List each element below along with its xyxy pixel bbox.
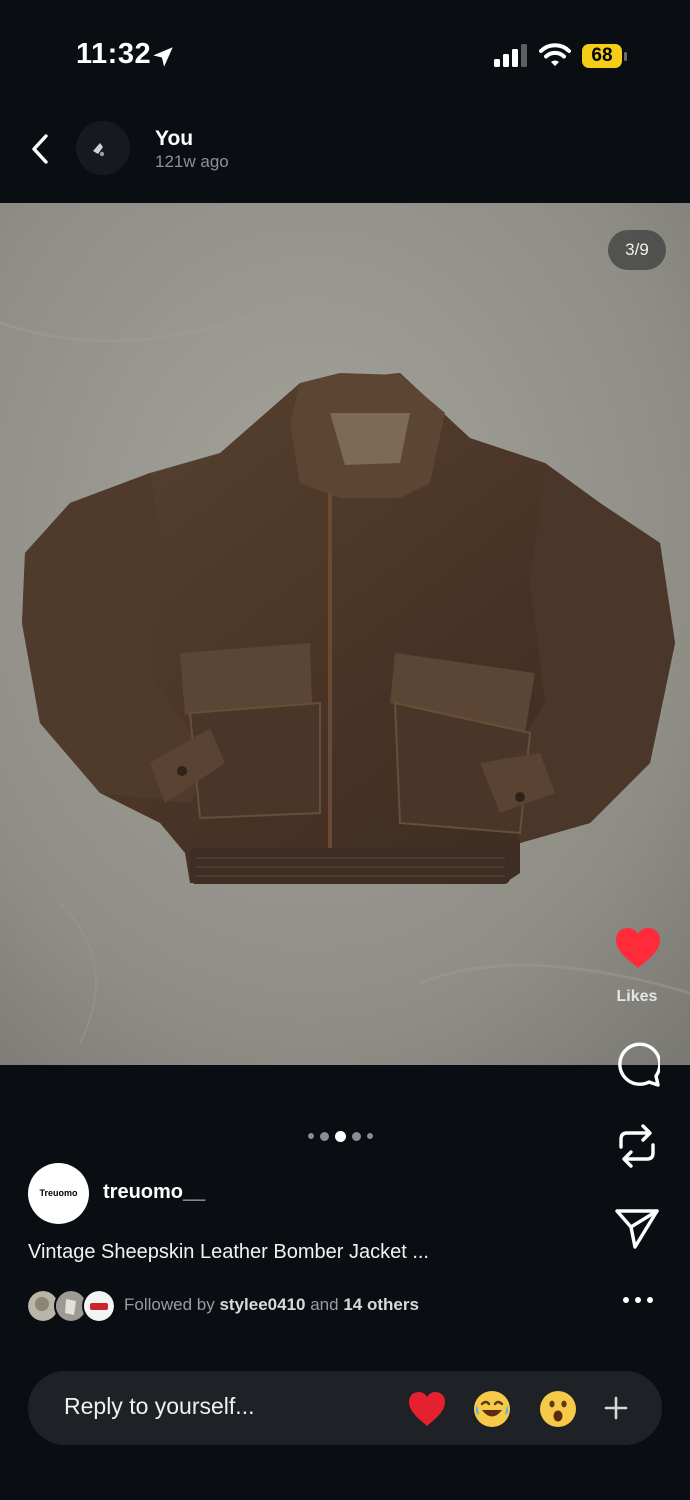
laughing-emoji-icon[interactable] — [472, 1389, 512, 1429]
location-arrow-icon — [153, 47, 173, 67]
image-page-counter: 3/9 — [608, 230, 666, 270]
carousel-pager — [308, 1128, 373, 1144]
heart-icon[interactable] — [614, 926, 662, 970]
more-options-icon[interactable] — [622, 1292, 654, 1308]
wifi-icon — [539, 43, 571, 66]
likes-label[interactable]: Likes — [600, 988, 674, 1006]
post-caption[interactable]: Vintage Sheepskin Leather Bomber Jacket … — [28, 1241, 429, 1264]
follower-avatars[interactable] — [26, 1289, 116, 1323]
followed-by-text[interactable]: Followed by stylee0410 and 14 others — [124, 1295, 419, 1315]
story-user-name[interactable]: You — [155, 127, 193, 151]
author-avatar[interactable]: Treuomo — [28, 1163, 89, 1224]
status-time: 11:32 — [76, 38, 152, 70]
battery-level: 68 — [582, 44, 622, 68]
post-image[interactable] — [0, 203, 690, 1065]
post-age: 121w ago — [155, 152, 229, 171]
follower-avatar — [82, 1289, 116, 1323]
followed-by-and: and — [310, 1295, 339, 1314]
pager-dot — [308, 1133, 314, 1139]
share-icon[interactable] — [614, 1208, 660, 1250]
followed-by-user[interactable]: stylee0410 — [219, 1295, 305, 1314]
pager-dot — [320, 1131, 329, 1141]
followed-by-others[interactable]: 14 others — [343, 1295, 419, 1314]
add-reaction-icon[interactable] — [604, 1396, 628, 1420]
author-name[interactable]: treuomo__ — [103, 1181, 205, 1204]
pager-dot-active — [335, 1130, 346, 1142]
cellular-signal-icon — [494, 44, 527, 67]
pager-dot — [367, 1133, 373, 1139]
back-chevron-icon[interactable] — [28, 132, 54, 166]
battery-icon: 68 — [582, 44, 628, 70]
repost-icon[interactable] — [615, 1121, 659, 1171]
user-avatar[interactable] — [76, 121, 130, 175]
followed-by-prefix: Followed by — [124, 1295, 215, 1314]
comment-icon[interactable] — [614, 1042, 660, 1088]
reply-placeholder[interactable]: Reply to yourself... — [64, 1393, 254, 1420]
surprised-emoji-icon[interactable] — [538, 1389, 578, 1429]
heart-emoji-icon[interactable] — [407, 1389, 447, 1429]
pager-dot — [352, 1131, 361, 1141]
